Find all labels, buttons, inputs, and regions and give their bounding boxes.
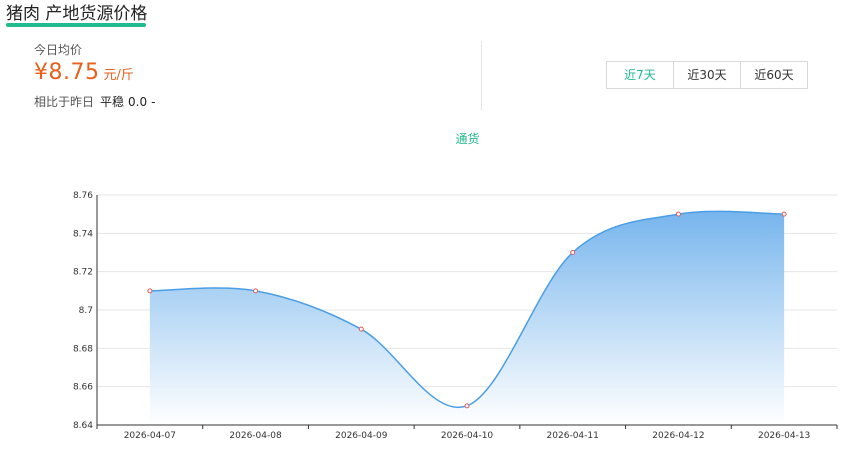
- x-tick-label: 2026-04-08: [229, 431, 282, 441]
- y-tick-label: 8.72: [73, 268, 93, 278]
- data-point[interactable]: [253, 288, 259, 294]
- x-tick-label: 2026-04-12: [652, 431, 704, 441]
- y-tick-label: 8.66: [73, 383, 93, 393]
- y-tick-label: 8.68: [73, 344, 93, 354]
- price-chart: 8.64 8.66 8.68 8.7 8.72 8.74 8.76 2026-04-07 202…: [73, 191, 838, 441]
- y-tick-label: 8.74: [73, 229, 93, 239]
- x-tick-label: 2026-04-11: [547, 431, 599, 441]
- y-tick-label: 8.7: [79, 306, 93, 316]
- series-area: [149, 211, 785, 425]
- data-point[interactable]: [358, 326, 364, 332]
- x-tick-label: 2026-04-07: [124, 431, 176, 441]
- data-point[interactable]: [147, 288, 153, 294]
- data-point[interactable]: [675, 211, 681, 217]
- x-tick-label: 2026-04-09: [335, 431, 388, 441]
- y-tick-label: 8.64: [73, 421, 93, 431]
- data-point[interactable]: [781, 211, 787, 217]
- data-point[interactable]: [464, 403, 470, 409]
- data-point[interactable]: [570, 250, 576, 255]
- y-tick-label: 8.76: [73, 191, 93, 201]
- x-tick-label: 2026-04-10: [441, 431, 494, 441]
- x-tick-label: 2026-04-13: [758, 431, 810, 441]
